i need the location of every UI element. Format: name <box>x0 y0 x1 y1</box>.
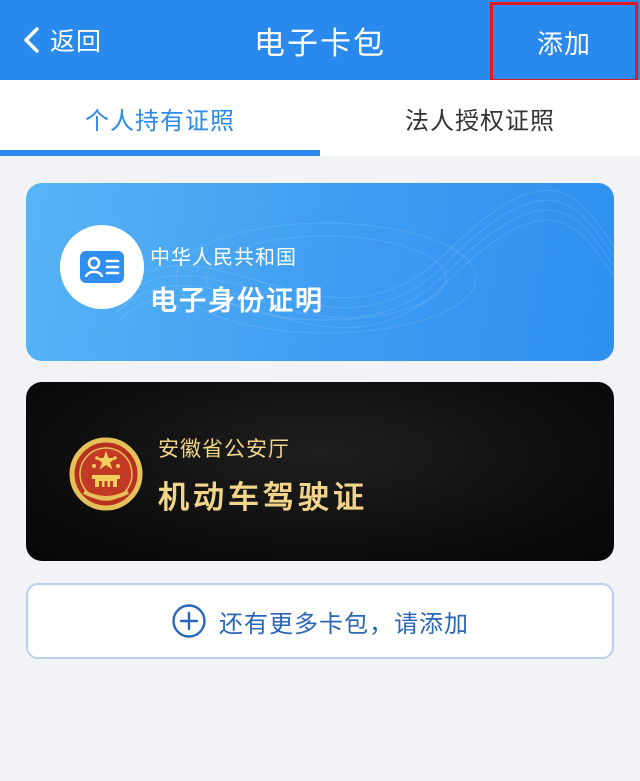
add-more-cards-button[interactable]: 还有更多卡包，请添加 <box>26 583 614 659</box>
id-card-entry[interactable]: 中华人民共和国 电子身份证明 <box>26 183 614 361</box>
driving-license-name: 机动车驾驶证 <box>158 480 368 516</box>
add-button[interactable]: 添加 <box>490 2 638 82</box>
id-card-icon <box>60 225 144 309</box>
plus-circle-icon <box>172 604 206 638</box>
id-card-issuer: 中华人民共和国 <box>150 245 297 269</box>
driving-license-entry[interactable]: 安徽省公安厅 机动车驾驶证 <box>26 382 614 561</box>
id-card-name: 电子身份证明 <box>150 286 324 317</box>
top-bar: 返回 电子卡包 添加 <box>0 0 640 82</box>
tab-corporate-licenses[interactable]: 法人授权证照 <box>320 80 640 156</box>
add-more-label: 还有更多卡包，请添加 <box>219 609 469 638</box>
driving-license-issuer: 安徽省公安厅 <box>158 437 290 461</box>
tab-bar: 个人持有证照 法人授权证照 <box>0 80 640 156</box>
national-emblem-icon <box>69 437 143 511</box>
tab-personal-licenses[interactable]: 个人持有证照 <box>0 80 320 156</box>
